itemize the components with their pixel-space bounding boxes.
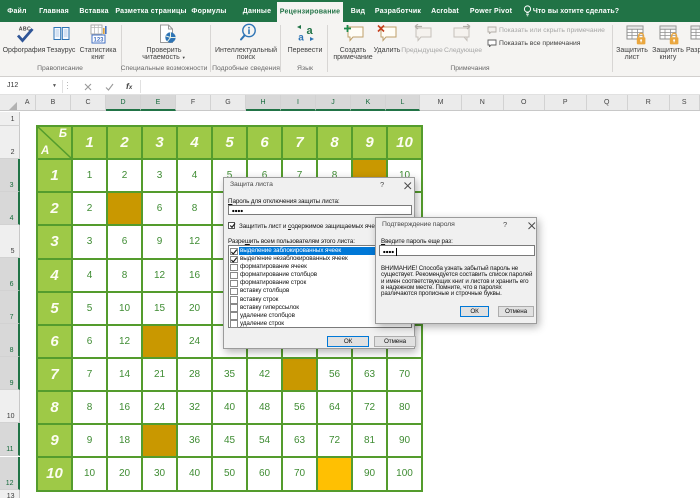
svg-text:а: а: [306, 25, 313, 37]
svg-text:а: а: [298, 33, 304, 44]
svg-text:123: 123: [93, 38, 104, 44]
